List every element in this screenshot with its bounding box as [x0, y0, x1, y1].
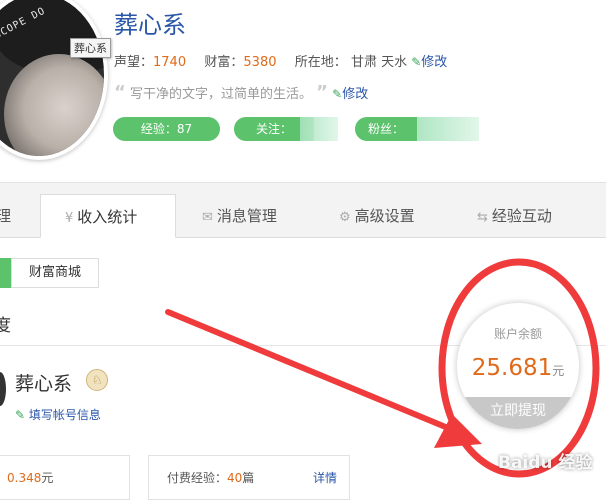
annotation-overlay — [165, 258, 600, 478]
annotation-arrow-head — [434, 414, 482, 448]
annotation-arrow-line — [165, 309, 451, 431]
baidu-watermark: Baidu 经验 — [498, 453, 593, 473]
